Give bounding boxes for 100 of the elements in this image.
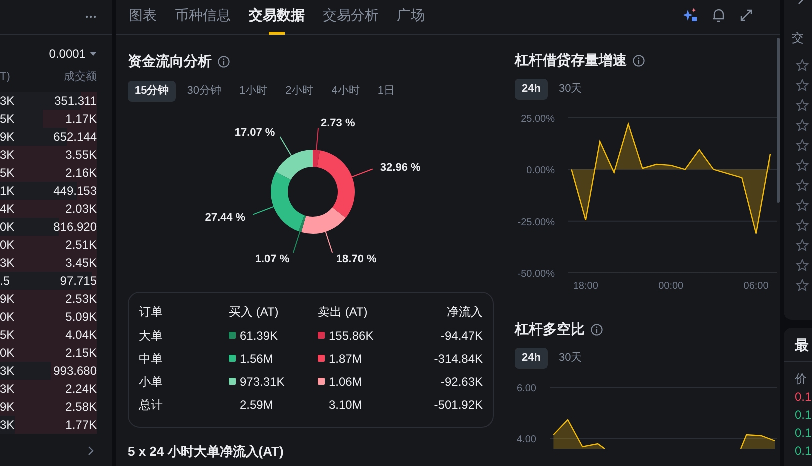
star-icon[interactable]	[796, 219, 809, 232]
table-cell-text: 中单	[139, 350, 164, 368]
star-icon[interactable]	[796, 119, 809, 132]
leader-line	[292, 228, 302, 254]
axis-label: 25.00%	[521, 114, 555, 125]
table-cell-text: 973.31K	[240, 374, 285, 390]
order-cell-text: 2.16K	[66, 164, 97, 182]
info-icon[interactable]	[218, 56, 230, 68]
order-cell-text: 5K	[0, 110, 15, 128]
value-label: 2.73 %	[321, 117, 356, 130]
order-cell-text: 1K	[0, 182, 15, 200]
star-icon[interactable]	[796, 59, 809, 72]
order-cell-text: 0K	[0, 308, 15, 326]
order-cell-text: .5	[0, 272, 10, 290]
panel-title: 最	[784, 328, 812, 362]
order-cell-text: 97.715	[60, 272, 97, 290]
sparkle-icon[interactable]	[682, 7, 698, 23]
axis-label: -25.00%	[518, 217, 555, 228]
order-cell-text: 1.17K	[66, 110, 97, 128]
order-cell-text: 2.51K	[66, 236, 97, 254]
info-icon[interactable]	[633, 54, 645, 66]
price-cell-text: 0.1	[794, 389, 812, 406]
order-cell-text: 4.04K	[66, 326, 97, 344]
tab[interactable]: 交易数据	[249, 0, 305, 35]
axis-label: 18:00	[573, 281, 598, 292]
time-filter[interactable]: 30天	[552, 79, 590, 100]
star-icon[interactable]	[796, 179, 809, 192]
order-cell-text: 0K	[0, 218, 15, 236]
table-cell-text: 1.87M	[329, 350, 362, 368]
table-cell-text: 大单	[139, 328, 164, 344]
info-icon[interactable]	[591, 324, 603, 336]
bell-icon[interactable]	[712, 8, 726, 22]
table-cell-text: 总计	[139, 396, 164, 414]
column-header: 净流入	[446, 304, 483, 321]
order-cell-text: 5K	[0, 326, 15, 344]
leader-line	[280, 136, 294, 159]
star-icon[interactable]	[796, 259, 809, 272]
order-cell-text: 3.55K	[66, 146, 97, 164]
order-cell-text: 3K	[0, 146, 15, 164]
price-cell-text: 0.1	[794, 425, 812, 442]
time-filter[interactable]: 30天	[552, 348, 590, 369]
value-label: 1.07 %	[255, 254, 290, 266]
order-cell-text: 3.45K	[66, 254, 97, 272]
star-icon[interactable]	[796, 99, 809, 112]
order-cell-text: 0K	[0, 344, 15, 362]
precision-dropdown[interactable]: 0.0001	[49, 45, 97, 63]
scrollbar-thumb[interactable]	[777, 38, 780, 203]
column-header: 订单	[139, 304, 164, 321]
more-icon[interactable]	[85, 15, 97, 19]
tab[interactable]: 币种信息	[175, 0, 231, 35]
star-icon[interactable]	[796, 79, 809, 92]
star-icon[interactable]	[796, 139, 809, 152]
tab[interactable]: 交易分析	[323, 0, 379, 35]
tab[interactable]: 广场	[397, 0, 425, 35]
order-cell-text: 3K	[0, 92, 15, 110]
star-icon[interactable]	[796, 199, 809, 212]
star-icon[interactable]	[796, 159, 809, 172]
table-cell-text: -314.84K	[433, 350, 483, 368]
price-cell-text: 0.1	[794, 443, 812, 460]
table-cell-text: 155.86K	[329, 328, 374, 344]
star-icon[interactable]	[796, 279, 809, 292]
order-cell-text: 3K	[0, 254, 15, 272]
axis-label: 4.00	[517, 434, 536, 446]
star-icon[interactable]	[796, 239, 809, 252]
time-filter[interactable]: 4小时	[324, 81, 367, 102]
axis-label: 06:00	[744, 281, 769, 292]
axis-label: -50.00%	[518, 269, 555, 280]
time-filter[interactable]: 1小时	[232, 81, 275, 102]
axis-label: 6.00	[517, 384, 536, 394]
table-cell-text: -94.47K	[440, 328, 483, 344]
order-cell-text: 993.680	[54, 362, 97, 380]
order-cell-text: 2.53K	[66, 290, 97, 308]
time-filter[interactable]: 15分钟	[128, 81, 176, 102]
order-cell-text: 9K	[0, 128, 15, 146]
order-cell-text: 1.77K	[66, 416, 97, 434]
tab[interactable]: 图表	[129, 0, 157, 35]
section-title: 资金流向分析	[128, 52, 212, 71]
column-header: 交	[792, 30, 805, 47]
order-cell-text: 2.58K	[66, 398, 97, 416]
order-cell-text: 9K	[0, 290, 15, 308]
leader-line	[324, 228, 334, 254]
section-title: 杠杆借贷存量增速	[515, 51, 627, 70]
time-filter[interactable]: 24h	[515, 79, 548, 100]
table-cell-text: 小单	[139, 374, 164, 390]
order-cell-text: 5.09K	[66, 308, 97, 326]
time-filter[interactable]: 24h	[515, 348, 548, 369]
time-filter[interactable]: 30分钟	[180, 81, 228, 102]
table-cell-text: 1.56M	[240, 350, 274, 368]
time-filter[interactable]: 1日	[370, 81, 402, 102]
chevron-right-icon[interactable]	[88, 446, 94, 456]
order-cell-text: 351.311	[54, 92, 97, 110]
time-filter[interactable]: 2小时	[278, 81, 321, 102]
order-cell-text: 9K	[0, 398, 15, 416]
expand-icon[interactable]	[740, 8, 753, 22]
caret-icon	[90, 52, 97, 56]
axis-label: 00:00	[658, 281, 684, 292]
table-cell-text: -501.92K	[433, 396, 483, 414]
table-cell-text: 1.06M	[329, 374, 362, 390]
column-header: 价	[794, 371, 808, 388]
value-label: 32.96 %	[380, 162, 421, 174]
